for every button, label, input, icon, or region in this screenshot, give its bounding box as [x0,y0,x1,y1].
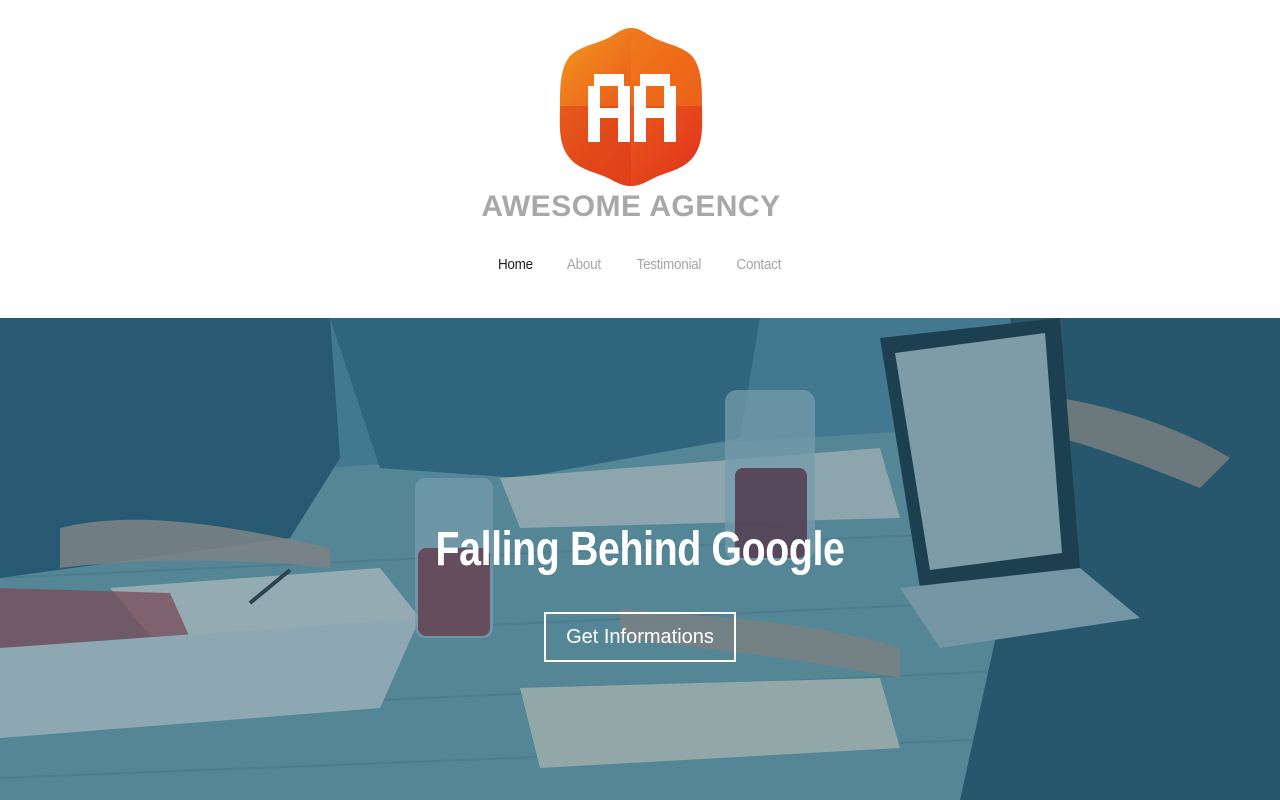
agency-logo-icon [559,28,703,186]
hero-section: Falling Behind Google Get Informations [0,318,1280,800]
brand-logo[interactable]: AWESOME AGENCY [480,26,782,223]
site-header: AWESOME AGENCY Home About Testimonial Co… [0,0,1280,318]
nav-item-contact[interactable]: Contact [737,254,782,276]
nav-item-home[interactable]: Home [498,254,533,276]
nav-item-about[interactable]: About [567,254,601,276]
nav-item-testimonial[interactable]: Testimonial [636,254,701,276]
get-informations-button[interactable]: Get Informations [544,612,736,662]
hero-title: Falling Behind Google [435,523,845,576]
main-nav: Home About Testimonial Contact [0,254,1280,276]
brand-name: AWESOME AGENCY [481,190,781,223]
